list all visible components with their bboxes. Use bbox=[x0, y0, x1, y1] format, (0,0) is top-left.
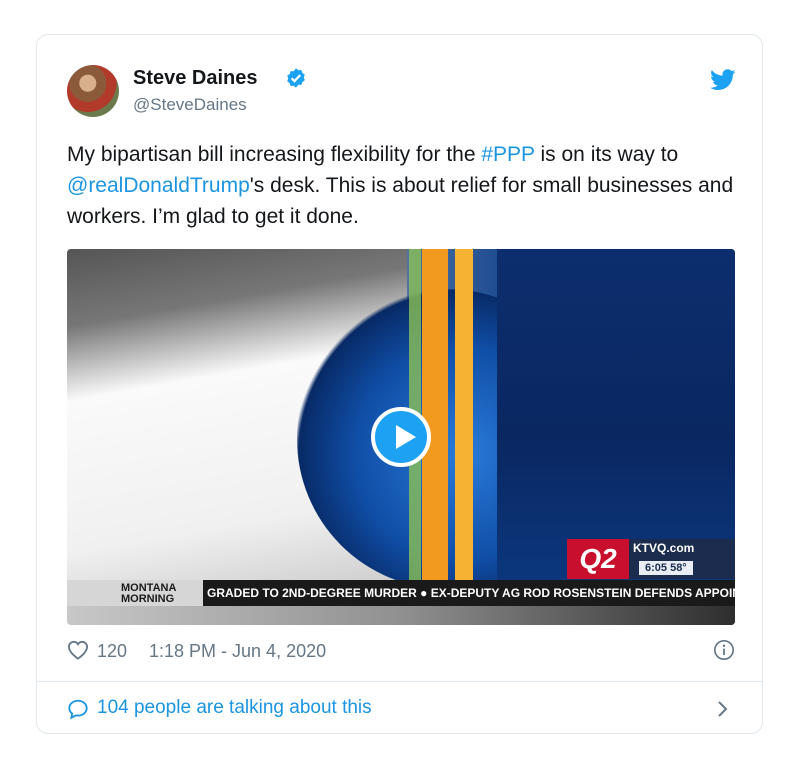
tweet-card: Steve Daines @SteveDaines My bipartisan … bbox=[36, 34, 763, 734]
divider bbox=[37, 681, 762, 682]
play-icon[interactable] bbox=[371, 407, 431, 467]
video-frame-graphic bbox=[67, 606, 735, 625]
station-site: KTVQ.com bbox=[633, 541, 695, 555]
verified-badge-icon bbox=[287, 68, 305, 88]
twitter-bird-icon[interactable] bbox=[710, 69, 736, 91]
tweet-text-part: is on its way to bbox=[534, 143, 679, 166]
chevron-right-icon[interactable] bbox=[717, 700, 729, 718]
tweet-meta: 120 1:18 PM - Jun 4, 2020 bbox=[67, 639, 735, 663]
station-logo: Q2 bbox=[567, 539, 629, 579]
tweet-text-part: My bipartisan bill increasing flexibilit… bbox=[67, 143, 482, 166]
tweet-text: My bipartisan bill increasing flexibilit… bbox=[67, 139, 737, 232]
heart-icon[interactable] bbox=[67, 640, 89, 660]
conversation-text[interactable]: 104 people are talking about this bbox=[97, 697, 372, 719]
show-brand: MONTANA MORNING bbox=[67, 580, 203, 606]
like-count[interactable]: 120 bbox=[97, 641, 127, 662]
hashtag-link[interactable]: #PPP bbox=[481, 143, 534, 166]
author-name[interactable]: Steve Daines bbox=[133, 67, 258, 90]
video-player[interactable]: Q2 KTVQ.com 6:05 58° MONTANA MORNING GRA… bbox=[67, 249, 735, 625]
time-temperature: 6:05 58° bbox=[639, 561, 693, 575]
conversation-link[interactable]: 104 people are talking about this bbox=[67, 696, 735, 722]
info-icon[interactable] bbox=[713, 639, 735, 661]
speech-bubble-icon bbox=[68, 699, 88, 720]
avatar[interactable] bbox=[67, 65, 119, 117]
video-frame-graphic bbox=[455, 249, 473, 625]
ticker-text: GRADED TO 2ND-DEGREE MURDER ● EX-DEPUTY … bbox=[207, 586, 735, 600]
author-handle[interactable]: @SteveDaines bbox=[133, 95, 247, 115]
timestamp[interactable]: 1:18 PM - Jun 4, 2020 bbox=[149, 641, 326, 662]
mention-link[interactable]: @realDonaldTrump bbox=[67, 174, 250, 197]
show-brand-bottom: MORNING bbox=[121, 593, 175, 605]
